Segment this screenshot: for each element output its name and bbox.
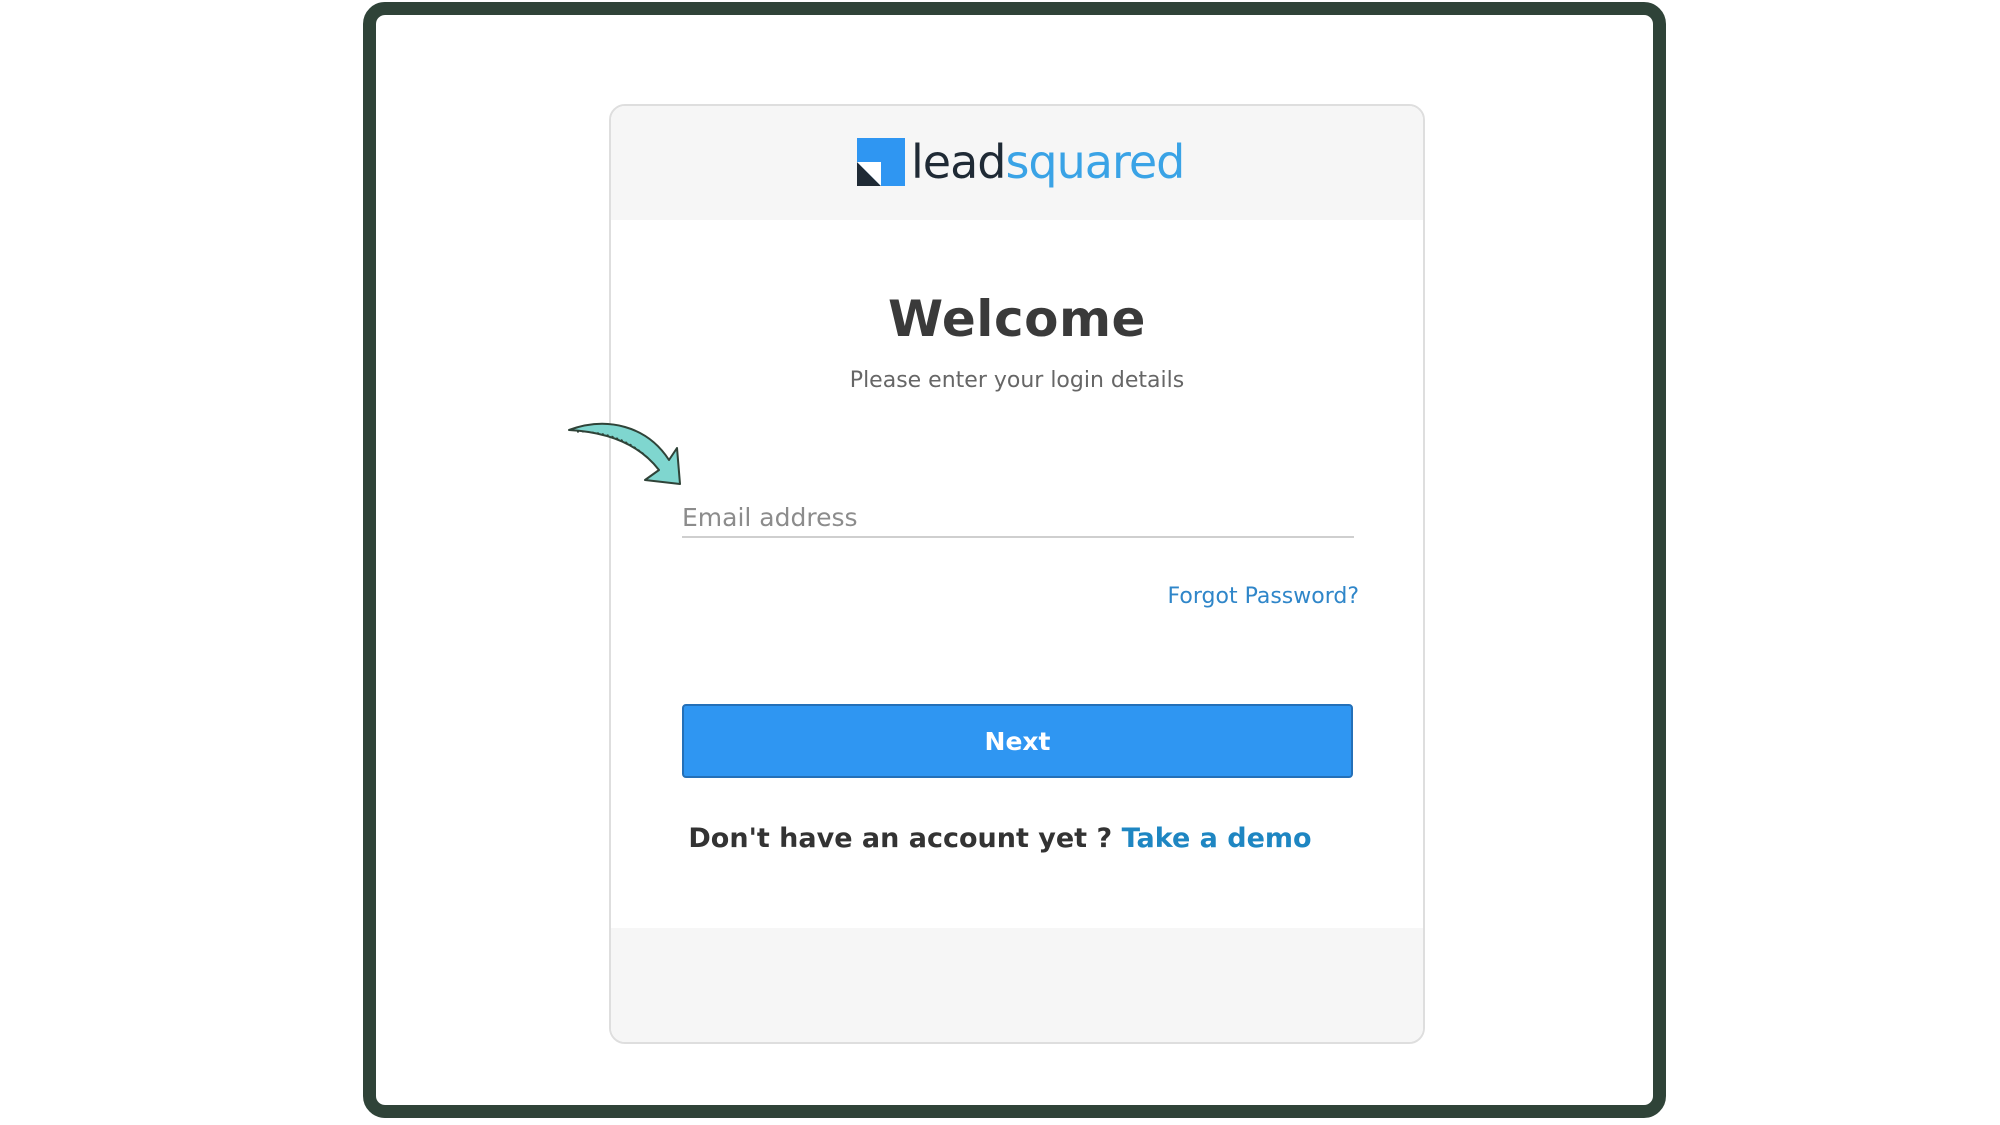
signup-prompt-text: Don't have an account yet ? [688,823,1122,854]
leadsquared-logo-icon [857,138,905,186]
card-footer [611,928,1423,1042]
curved-arrow-icon [568,423,681,485]
card-header: leadsquared [611,106,1423,220]
page-title: Welcome [888,290,1146,348]
brand-logo: leadsquared [857,135,1185,196]
forgot-password-link[interactable]: Forgot Password? [1168,584,1359,609]
email-field[interactable] [682,498,1354,538]
logo-text: leadsquared [911,135,1185,189]
next-button[interactable]: Next [682,704,1353,778]
login-card: leadsquared Welcome Please enter your lo… [609,104,1425,1044]
take-demo-link[interactable]: Take a demo [1122,823,1312,854]
logo-text-squared: squared [1005,135,1185,189]
signup-prompt: Don't have an account yet ? Take a demo [0,823,2000,854]
logo-text-lead: lead [911,135,1006,189]
page-subtitle: Please enter your login details [849,368,1185,393]
